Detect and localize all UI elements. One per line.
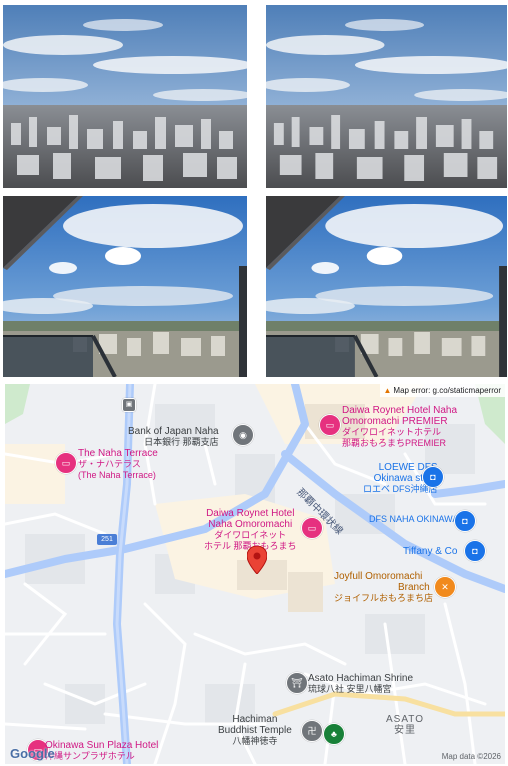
tiffany-label[interactable]: Tiffany & Co bbox=[403, 546, 457, 557]
daiwa-premier-label[interactable]: Daiwa Roynet Hotel Naha Omoromachi PREMI… bbox=[342, 405, 457, 449]
hotel-pin-icon[interactable]: ▭ bbox=[55, 452, 77, 474]
naha-terrace-label[interactable]: The Naha Terrace ザ・ナハテラス (The Naha Terra… bbox=[78, 448, 158, 481]
bank-pin-icon[interactable]: ◉ bbox=[232, 424, 254, 446]
sun-plaza-label[interactable]: Okinawa Sun Plaza Hotel 沖縄サンプラザホテル bbox=[45, 740, 158, 762]
map-attribution: Map data ©2026 bbox=[441, 752, 501, 761]
bank-of-japan-label[interactable]: Bank of Japan Naha 日本銀行 那覇支店 bbox=[128, 426, 219, 448]
joyfull-label[interactable]: Joyfull Omoromachi Branch ジョイフルおもろまち店 bbox=[334, 571, 433, 604]
skyline-photo-2[interactable] bbox=[266, 5, 507, 188]
static-map[interactable]: ▲ Map error: g.co/staticmaperror 251 那覇中環… bbox=[5, 384, 505, 764]
hotel-pin-icon[interactable]: ▭ bbox=[301, 517, 323, 539]
map-error-banner[interactable]: ▲ Map error: g.co/staticmaperror bbox=[380, 384, 505, 397]
transit-station-icon[interactable]: ▣ bbox=[122, 398, 136, 412]
route-251-badge: 251 bbox=[97, 534, 117, 545]
map-error-text: Map error: g.co/staticmaperror bbox=[393, 386, 501, 395]
asato-shrine-label[interactable]: Asato Hachiman Shrine 琉球八社 安里八幡宮 bbox=[308, 673, 413, 695]
google-logo: Google bbox=[10, 746, 55, 761]
park-tree-icon[interactable]: ♣ bbox=[323, 723, 345, 745]
asato-area-label: ASATO 安里 bbox=[386, 714, 424, 736]
shopping-bag-icon[interactable]: ◘ bbox=[422, 466, 444, 488]
temple-icon[interactable]: 卍 bbox=[301, 720, 323, 742]
shopping-bag-icon[interactable]: ◘ bbox=[454, 510, 476, 532]
shrine-icon[interactable]: ⛩ bbox=[286, 672, 308, 694]
balcony-photo-1[interactable] bbox=[3, 196, 247, 377]
hotel-pin-icon[interactable]: ▭ bbox=[319, 414, 341, 436]
restaurant-icon[interactable]: ✕ bbox=[434, 576, 456, 598]
warning-icon: ▲ bbox=[383, 386, 392, 395]
skyline-photo-1[interactable] bbox=[3, 5, 247, 188]
shopping-bag-icon[interactable]: ◘ bbox=[464, 540, 486, 562]
hachiman-temple-label[interactable]: Hachiman Buddhist Temple 八幡神徳寺 bbox=[218, 714, 292, 747]
selected-location-marker[interactable] bbox=[247, 546, 267, 574]
balcony-photo-2[interactable] bbox=[266, 196, 507, 377]
dfs-naha-label[interactable]: DFS NAHA OKINAWA bbox=[369, 514, 458, 525]
